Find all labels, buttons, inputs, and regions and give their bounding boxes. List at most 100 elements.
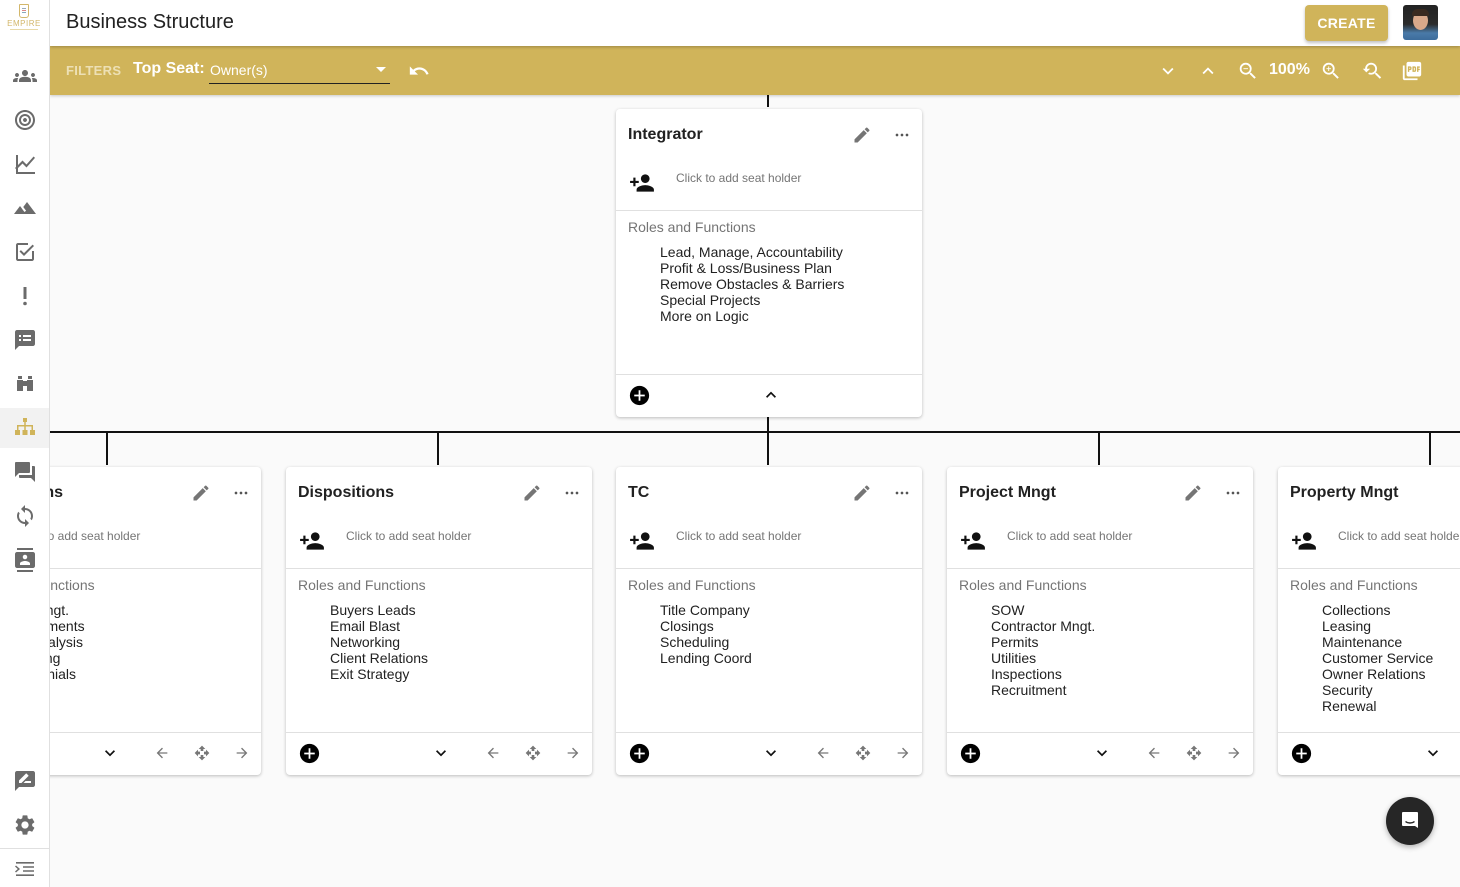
sidebar-item-todos[interactable] — [0, 232, 49, 272]
edit-seat-button[interactable] — [191, 483, 211, 503]
edit-seat-button[interactable] — [852, 125, 872, 145]
sidebar-item-processes[interactable] — [0, 496, 49, 536]
seat-card-dispositions: Dispositions Click to add seat holder Ro… — [286, 467, 592, 775]
add-person-icon[interactable] — [629, 170, 655, 196]
sidebar: EMPIRE — [0, 0, 50, 887]
move-icon — [194, 745, 210, 761]
sidebar-item-directory[interactable] — [0, 540, 49, 580]
expand-children-button[interactable] — [1423, 743, 1443, 763]
add-person-icon[interactable] — [1291, 528, 1317, 554]
sidebar-item-people[interactable] — [0, 56, 49, 96]
add-seat-button[interactable] — [1291, 743, 1312, 764]
chevron-down-icon — [766, 750, 776, 757]
expand-children-button[interactable] — [431, 743, 451, 763]
role-item: Lead Mngt. — [50, 602, 253, 618]
move-right-button[interactable] — [563, 743, 583, 763]
expand-all-button[interactable] — [1195, 58, 1221, 84]
edit-seat-button[interactable] — [522, 483, 542, 503]
sidebar-item-business-structure[interactable] — [0, 408, 49, 448]
add-seat-holder-link[interactable]: Click to add seat holder — [1338, 529, 1460, 543]
zoom-level: 100% — [1269, 61, 1310, 78]
move-right-button[interactable] — [232, 743, 252, 763]
mountains-icon — [13, 202, 36, 214]
top-seat-select[interactable]: Owner(s) — [209, 58, 390, 84]
role-item: Special Projects — [660, 292, 914, 308]
move-left-button[interactable] — [152, 743, 172, 763]
user-avatar[interactable] — [1403, 5, 1438, 40]
expand-children-button[interactable] — [1092, 743, 1112, 763]
more-options-button[interactable] — [892, 483, 912, 503]
card-divider — [616, 374, 922, 375]
sidebar-item-issues[interactable] — [0, 276, 49, 316]
add-person-icon[interactable] — [960, 528, 986, 554]
add-seat-button[interactable] — [299, 743, 320, 764]
add-seat-holder-link[interactable]: Click to add seat holder — [50, 529, 140, 543]
sidebar-item-meetings[interactable] — [0, 320, 49, 360]
collapse-children-button[interactable] — [761, 385, 781, 405]
edit-seat-button[interactable] — [852, 483, 872, 503]
more-horiz-icon — [1226, 491, 1240, 495]
add-seat-button[interactable] — [629, 743, 650, 764]
arrow-left-icon — [1148, 747, 1160, 759]
card-divider — [50, 568, 261, 569]
chevron-down-icon — [1162, 67, 1174, 75]
company-logo[interactable]: EMPIRE — [2, 4, 46, 40]
pencil-icon — [1185, 485, 1201, 501]
reset-zoom-icon — [1362, 62, 1382, 79]
more-options-button[interactable] — [231, 483, 251, 503]
role-item: Customer Service — [1322, 650, 1460, 666]
zoom-out-icon — [1239, 62, 1256, 79]
expand-children-button[interactable] — [100, 743, 120, 763]
add-person-icon[interactable] — [629, 528, 655, 554]
sidebar-item-goals[interactable] — [0, 100, 49, 140]
add-seat-holder-link[interactable]: Click to add seat holder — [346, 529, 471, 543]
roles-heading: Roles and Functions — [628, 219, 756, 235]
reset-zoom-button[interactable] — [1359, 58, 1385, 84]
move-icon — [525, 745, 541, 761]
drag-handle[interactable] — [192, 743, 212, 763]
move-icon — [1186, 745, 1202, 761]
add-seat-holder-link[interactable]: Click to add seat holder — [1007, 529, 1132, 543]
seat-card-project-mngt: Project Mngt Click to add seat holder Ro… — [947, 467, 1253, 775]
edit-seat-button[interactable] — [1183, 483, 1203, 503]
export-pdf-button[interactable] — [1399, 58, 1425, 84]
move-left-button[interactable] — [483, 743, 503, 763]
add-seat-button[interactable] — [629, 385, 650, 406]
move-right-button[interactable] — [893, 743, 913, 763]
collapse-all-button[interactable] — [1155, 58, 1181, 84]
move-right-button[interactable] — [1224, 743, 1244, 763]
expand-children-button[interactable] — [761, 743, 781, 763]
zoom-in-button[interactable] — [1318, 58, 1344, 84]
card-divider — [947, 732, 1253, 733]
move-left-button[interactable] — [1144, 743, 1164, 763]
sidebar-item-scorecard[interactable] — [0, 364, 49, 404]
more-options-button[interactable] — [1223, 483, 1243, 503]
chevron-down-icon — [1097, 750, 1107, 757]
sidebar-item-conversations[interactable] — [0, 452, 49, 492]
sidebar-item-vision[interactable] — [0, 188, 49, 228]
support-chat-button[interactable] — [1386, 797, 1434, 845]
more-options-button[interactable] — [562, 483, 582, 503]
sidebar-item-metrics[interactable] — [0, 144, 49, 184]
pencil-icon — [524, 485, 540, 501]
drag-handle[interactable] — [1184, 743, 1204, 763]
zoom-out-button[interactable] — [1235, 58, 1261, 84]
more-horiz-icon — [895, 491, 909, 495]
add-seat-holder-link[interactable]: Click to add seat holder — [676, 171, 801, 185]
zoom-in-icon — [1322, 62, 1339, 79]
seat-title: Project Mngt — [959, 484, 1056, 501]
more-options-button[interactable] — [892, 125, 912, 145]
create-button[interactable]: CREATE — [1305, 5, 1388, 41]
undo-button[interactable] — [406, 58, 432, 84]
drag-handle[interactable] — [853, 743, 873, 763]
sidebar-item-settings[interactable] — [0, 805, 49, 845]
add-seat-holder-link[interactable]: Click to add seat holder — [676, 529, 801, 543]
drag-handle[interactable] — [523, 743, 543, 763]
card-divider — [286, 568, 592, 569]
sidebar-expand-toggle[interactable] — [0, 851, 49, 887]
sidebar-item-feedback[interactable] — [0, 761, 49, 801]
move-left-button[interactable] — [813, 743, 833, 763]
add-person-icon[interactable] — [299, 528, 325, 554]
add-seat-button[interactable] — [960, 743, 981, 764]
org-chart-canvas[interactable]: Integrator Click to add seat holder Role… — [50, 95, 1460, 887]
